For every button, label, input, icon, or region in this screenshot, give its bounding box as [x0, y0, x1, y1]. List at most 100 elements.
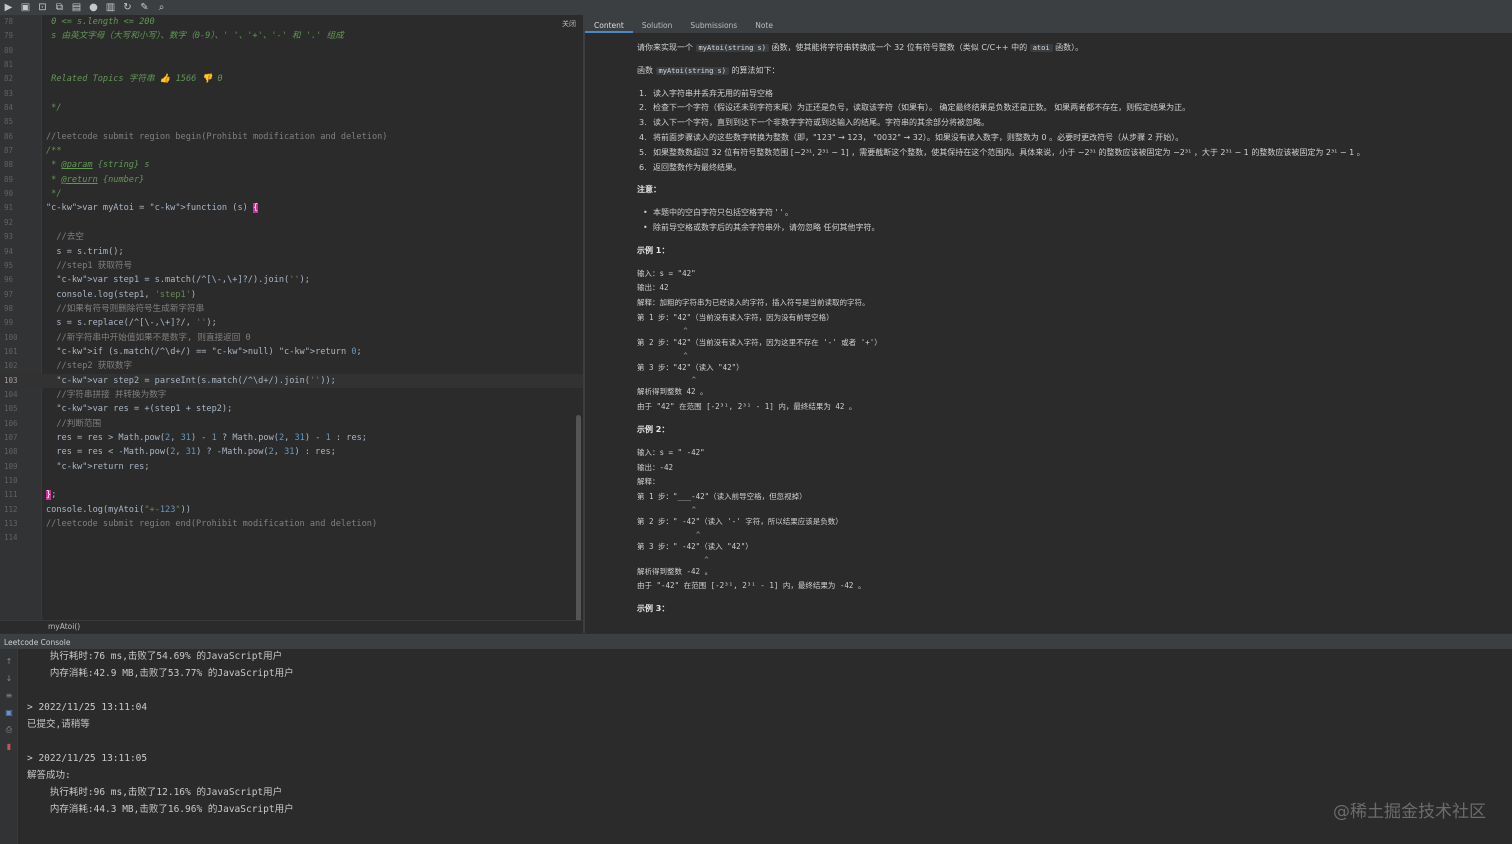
- algorithm-step: 6. 返回整数作为最终结果。: [637, 161, 1507, 176]
- line-number: 114: [4, 533, 18, 543]
- code-line[interactable]: 95 //step1 获取符号: [0, 259, 583, 273]
- intro-paragraph: 请你来实现一个 myAtoi(string s) 函数，使其能将字符串转换成一个…: [637, 41, 1507, 56]
- code-line[interactable]: 109 "c-kw">return res;: [0, 460, 583, 474]
- code-line[interactable]: 91 "c-kw">var myAtoi = "c-kw">function (s…: [0, 201, 583, 215]
- step-number: 4.: [639, 132, 647, 142]
- code-line[interactable]: 93 //去空: [0, 230, 583, 244]
- scroll-end-icon[interactable]: ▣: [4, 708, 14, 718]
- search-icon[interactable]: ⌕: [156, 2, 167, 13]
- code-line[interactable]: 87 /**: [0, 144, 583, 158]
- line-number: 89: [4, 174, 14, 184]
- code-line[interactable]: 80: [0, 44, 583, 58]
- code-line[interactable]: 84 */: [0, 101, 583, 115]
- notes-list: 本题中的空白字符只包括空格字符 ' ' 。除前导空格或数字后的其余字符串外，请勿…: [637, 206, 1507, 236]
- line-text: //判断范围: [46, 418, 102, 429]
- example-line: 第 2 步："42"（当前没有读入字符，因为这里不存在 '-' 或者 '+'）: [637, 337, 882, 347]
- line-text: //leetcode submit region begin(Prohibit …: [46, 131, 388, 142]
- wrap-icon[interactable]: ≡: [4, 691, 14, 701]
- console-line: 解答成功:: [27, 770, 71, 781]
- step-text: 检查下一个字符（假设还未到字符末尾）为正还是负号，读取该字符（如果有）。 确定最…: [653, 103, 1191, 113]
- code-line[interactable]: 108 res = res < -Math.pow(2, 31) ? -Math…: [0, 445, 583, 459]
- code-line[interactable]: 107 res = res > Math.pow(2, 31) - 1 ? Ma…: [0, 431, 583, 445]
- caret-marker: ^: [637, 351, 688, 360]
- line-text: /**: [46, 146, 62, 157]
- step-text: 如果整数数超过 32 位有符号整数范围 [−2³¹, 2³¹ − 1] ，需要截…: [653, 147, 1365, 157]
- console-line: 执行耗时:76 ms,击败了54.69% 的JavaScript用户: [27, 651, 283, 662]
- solution-icon[interactable]: ▥: [105, 2, 116, 13]
- code-line[interactable]: 88 * @param {string} s: [0, 158, 583, 172]
- arrow-up-icon[interactable]: ↑: [4, 657, 14, 667]
- line-number: 86: [4, 131, 14, 141]
- code-line[interactable]: 86 //leetcode submit region begin(Prohibi…: [0, 130, 583, 144]
- breadcrumb-function[interactable]: myAtoi(): [48, 622, 80, 631]
- example-line: 输入：s = " -42": [637, 447, 705, 457]
- intro-text-a: 请你来实现一个: [637, 43, 693, 52]
- console-header: Leetcode Console: [0, 633, 1512, 649]
- code-line[interactable]: 101 "c-kw">if (s.match(/^\d+/) == "c-kw"…: [0, 345, 583, 359]
- code-line[interactable]: 102 //step2 获取数字: [0, 359, 583, 373]
- line-text: 0 <= s.length <= 200: [46, 17, 155, 27]
- code-line[interactable]: 79 s 由英文字母（大写和小写）、数字（0-9）、' '、'+'、'-' 和 …: [0, 29, 583, 43]
- line-text: "c-kw">var step1 = s.match(/^[\-,\+]?/).…: [56, 275, 310, 286]
- comment-icon[interactable]: ▤: [71, 2, 82, 13]
- code-line[interactable]: 106 //判断范围: [0, 417, 583, 431]
- code-line[interactable]: 94 s = s.trim();: [0, 245, 583, 259]
- code-line[interactable]: 78 0 <= s.length <= 200: [0, 15, 583, 29]
- arrow-down-icon[interactable]: ↓: [4, 674, 14, 684]
- code-line[interactable]: 111};: [0, 488, 583, 502]
- console-line: 已提交,请稍等: [27, 719, 90, 730]
- code-line[interactable]: 110: [0, 474, 583, 488]
- line-text: */: [46, 103, 62, 114]
- example-2: 输入：s = " -42" 输出：-42 解释： 第 1 步："___-42"（读入前…: [637, 446, 1507, 602]
- close-button[interactable]: 关闭: [562, 19, 576, 29]
- code-line[interactable]: 100 //新字符串中开始值如果不是数字, 则直接返回 0: [0, 331, 583, 345]
- code-line[interactable]: 104 //字符串拼接 并转换为数字: [0, 388, 583, 402]
- caret-marker: ^: [637, 326, 688, 335]
- tab-note[interactable]: Note: [746, 15, 782, 33]
- note-title: 注意：: [637, 185, 661, 195]
- line-number: 113: [4, 519, 18, 529]
- code-line[interactable]: 96 "c-kw">var step1 = s.match(/^[\-,\+]?…: [0, 273, 583, 287]
- line-text: s = s.trim();: [46, 246, 124, 257]
- code-line[interactable]: 81: [0, 58, 583, 72]
- copy-icon[interactable]: ⧉: [54, 2, 65, 13]
- print-icon[interactable]: ⎙: [4, 725, 14, 735]
- code-line[interactable]: 85: [0, 115, 583, 129]
- line-number: 108: [4, 447, 18, 457]
- console-toolbar: ↑ ↓ ≡ ▣ ⎙ ▮: [0, 649, 18, 844]
- example-line: 第 1 步："___-42"（读入前导空格，但忽视掉）: [637, 492, 807, 502]
- debug-icon[interactable]: ▣: [20, 2, 31, 13]
- submit-icon[interactable]: ⊡: [37, 2, 48, 13]
- line-number: 83: [4, 88, 14, 98]
- code-line[interactable]: 90 */: [0, 187, 583, 201]
- tab-solution[interactable]: Solution: [633, 15, 682, 33]
- refresh-icon[interactable]: ↻: [122, 2, 133, 13]
- run-icon[interactable]: ▶: [3, 2, 14, 13]
- code-editor[interactable]: 78 0 <= s.length <= 200 79 s 由英文字母（大写和小写）…: [0, 15, 583, 620]
- caret-marker: ^: [637, 530, 701, 539]
- tab-content[interactable]: Content: [585, 15, 633, 33]
- line-text: console.log(step1, 'step1'): [46, 289, 197, 300]
- code-line[interactable]: 92: [0, 216, 583, 230]
- code-line[interactable]: 103 "c-kw">var step2 = parseInt(s.match(…: [0, 373, 583, 388]
- code-line[interactable]: 98 //如果有符号则删除符号生成新字符串: [0, 302, 583, 316]
- hint-icon[interactable]: ●: [88, 2, 99, 13]
- tab-submissions[interactable]: Submissions: [681, 15, 746, 33]
- edit-icon[interactable]: ✎: [139, 2, 150, 13]
- line-text: "c-kw">var myAtoi = "c-kw">function (s) …: [46, 203, 259, 214]
- code-line[interactable]: 105 "c-kw">var res = +(step1 + step2);: [0, 402, 583, 416]
- code-line[interactable]: 114: [0, 531, 583, 545]
- step-number: 3.: [639, 118, 647, 128]
- code-line[interactable]: 89 * @return {number}: [0, 173, 583, 187]
- trash-icon[interactable]: ▮: [4, 742, 14, 752]
- code-line[interactable]: 82 Related Topics 字符串 👍 1566 👎 0: [0, 72, 583, 86]
- code-line[interactable]: 113 //leetcode submit region end(Prohibit…: [0, 517, 583, 531]
- example-line: 第 1 步："42"（当前没有读入字符，因为没有前导空格）: [637, 312, 834, 322]
- code-line[interactable]: 83: [0, 87, 583, 101]
- editor-scrollbar[interactable]: [576, 415, 581, 620]
- code-line[interactable]: 97 console.log(step1, 'step1'): [0, 288, 583, 302]
- code-line[interactable]: 112 console.log(myAtoi("+-123")): [0, 503, 583, 517]
- code-line[interactable]: 99 s = s.replace(/^[\-,\+]?/, '');: [0, 316, 583, 330]
- line-text: s 由英文字母（大写和小写）、数字（0-9）、' '、'+'、'-' 和 '.'…: [46, 31, 344, 42]
- line-number: 112: [4, 504, 18, 514]
